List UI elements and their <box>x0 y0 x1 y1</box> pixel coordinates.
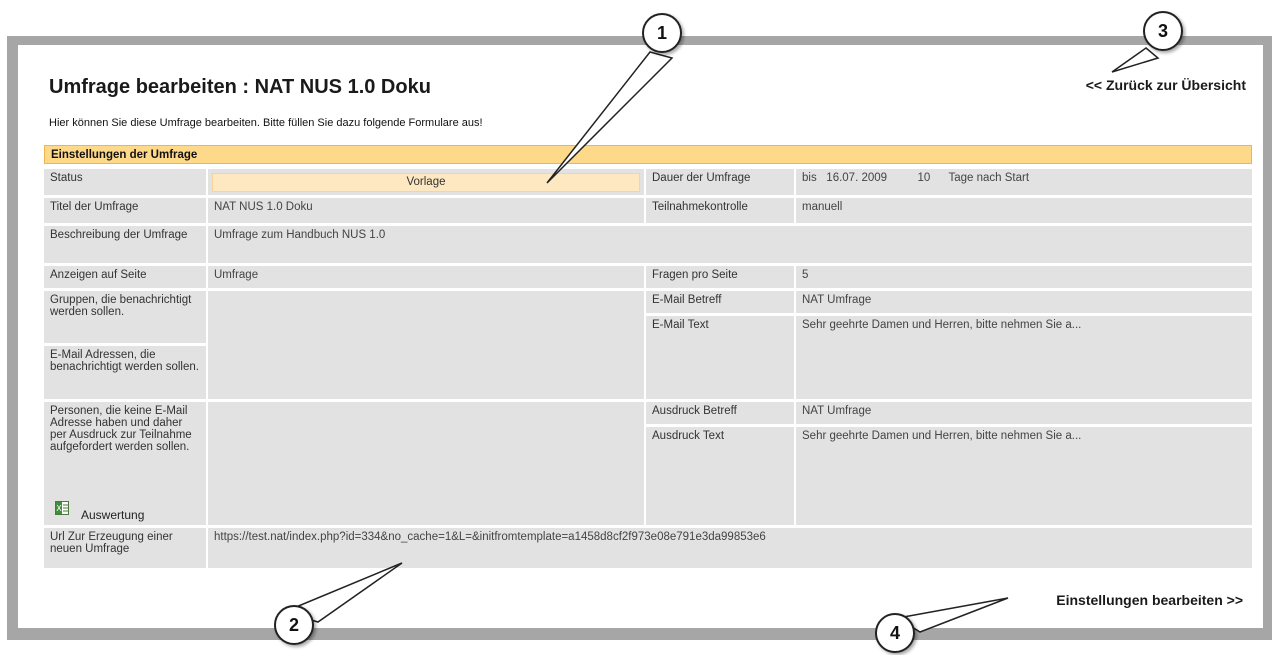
edit-settings-link[interactable]: Einstellungen bearbeiten >> <box>1056 592 1243 608</box>
section-header: Einstellungen der Umfrage <box>44 145 1252 164</box>
teilnahme-label: Teilnahmekontrolle <box>646 198 794 223</box>
titel-label: Titel der Umfrage <box>44 198 206 223</box>
svg-text:X: X <box>56 504 62 513</box>
dauer-date: 16.07. 2009 <box>826 172 888 184</box>
callout-4: 4 <box>875 613 915 653</box>
email-betreff-value: NAT Umfrage <box>796 291 1252 313</box>
titel-value: NAT NUS 1.0 Doku <box>208 198 644 223</box>
email-text-label: E-Mail Text <box>646 316 794 399</box>
url-value: https://test.nat/index.php?id=334&no_cac… <box>208 528 1252 568</box>
dauer-label: Dauer der Umfrage <box>646 169 794 195</box>
anzeigen-value: Umfrage <box>208 266 644 288</box>
email-text-value: Sehr geehrte Damen und Herren, bitte neh… <box>796 316 1252 399</box>
dauer-days: 10 <box>917 172 931 184</box>
survey-settings-table: Einstellungen der Umfrage Status Vorlage… <box>44 145 1252 568</box>
personen-value <box>208 402 644 525</box>
dauer-bis: bis <box>802 172 817 184</box>
gruppen-email-value <box>208 291 644 399</box>
ausdruck-text-value: Sehr geehrte Damen und Herren, bitte neh… <box>796 427 1252 525</box>
url-label: Url Zur Erzeugung einer neuen Umfrage <box>44 528 206 568</box>
page-title: Umfrage bearbeiten : NAT NUS 1.0 Doku <box>49 76 431 98</box>
ausdruck-betreff-label: Ausdruck Betreff <box>646 402 794 424</box>
callout-2: 2 <box>274 605 314 645</box>
beschreibung-value: Umfrage zum Handbuch NUS 1.0 <box>208 226 1252 263</box>
anzeigen-label: Anzeigen auf Seite <box>44 266 206 288</box>
email-betreff-label: E-Mail Betreff <box>646 291 794 313</box>
callout-1: 1 <box>642 13 682 53</box>
callout-3: 3 <box>1143 11 1183 51</box>
intro-text: Hier können Sie diese Umfrage bearbeiten… <box>49 117 483 129</box>
fragen-value: 5 <box>796 266 1252 288</box>
auswertung-link[interactable]: Auswertung <box>81 508 144 522</box>
gruppen-label: Gruppen, die benachrichtigt werden solle… <box>44 291 206 343</box>
status-label: Status <box>44 169 206 195</box>
teilnahme-value: manuell <box>796 198 1252 223</box>
back-to-overview-link[interactable]: << Zurück zur Übersicht <box>1086 77 1246 93</box>
dauer-suffix: Tage nach Start <box>948 172 1030 184</box>
ausdruck-betreff-value: NAT Umfrage <box>796 402 1252 424</box>
personen-label-text: Personen, die keine E-Mail Adresse haben… <box>50 405 192 453</box>
dauer-value: bis 16.07. 2009 10 Tage nach Start <box>796 169 1252 195</box>
fragen-label: Fragen pro Seite <box>646 266 794 288</box>
ausdruck-text-label: Ausdruck Text <box>646 427 794 525</box>
email-adressen-label: E-Mail Adressen, die benachrichtigt werd… <box>44 346 206 399</box>
beschreibung-label: Beschreibung der Umfrage <box>44 226 206 263</box>
status-value: Vorlage <box>212 173 640 192</box>
excel-icon[interactable]: X <box>55 501 69 515</box>
